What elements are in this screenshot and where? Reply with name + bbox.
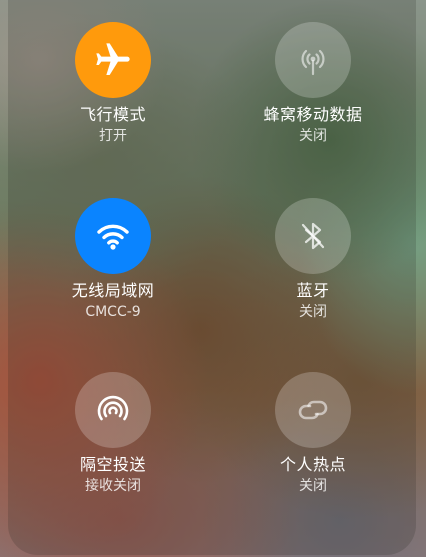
airdrop-label: 隔空投送 <box>79 455 146 474</box>
personal-hotspot-status: 关闭 <box>299 478 327 494</box>
airdrop-icon <box>92 389 134 431</box>
bluetooth-icon <box>293 216 333 256</box>
cellular-data-button[interactable] <box>275 22 351 98</box>
airplane-mode-tile[interactable]: 飞行模式 打开 <box>28 22 198 145</box>
airplane-mode-status: 打开 <box>99 128 127 144</box>
personal-hotspot-label: 个人热点 <box>279 455 346 474</box>
bluetooth-status: 关闭 <box>299 304 327 320</box>
cellular-data-tile[interactable]: 蜂窝移动数据 关闭 <box>228 22 398 145</box>
bluetooth-label: 蓝牙 <box>296 281 330 300</box>
airdrop-tile[interactable]: 隔空投送 接收关闭 <box>28 372 198 495</box>
cellular-data-status: 关闭 <box>299 128 327 144</box>
bluetooth-button[interactable] <box>275 198 351 274</box>
hotspot-icon <box>292 389 334 431</box>
personal-hotspot-tile[interactable]: 个人热点 关闭 <box>228 372 398 495</box>
personal-hotspot-button[interactable] <box>275 372 351 448</box>
wifi-network-name: CMCC-9 <box>85 304 141 320</box>
cellular-icon <box>293 40 333 80</box>
airplane-mode-label: 飞行模式 <box>79 105 146 124</box>
airplane-icon <box>93 40 133 80</box>
bluetooth-tile[interactable]: 蓝牙 关闭 <box>228 198 398 321</box>
cellular-data-label: 蜂窝移动数据 <box>263 105 363 124</box>
airdrop-button[interactable] <box>75 372 151 448</box>
wifi-icon <box>93 216 133 256</box>
connectivity-panel: 飞行模式 打开 蜂窝移动数据 关闭 无线局域网 CMCC-9 蓝牙 关闭 隔空投… <box>8 0 416 555</box>
wifi-button[interactable] <box>75 198 151 274</box>
airdrop-status: 接收关闭 <box>85 478 141 494</box>
wifi-label: 无线局域网 <box>71 281 155 300</box>
wifi-tile[interactable]: 无线局域网 CMCC-9 <box>28 198 198 321</box>
airplane-mode-button[interactable] <box>75 22 151 98</box>
